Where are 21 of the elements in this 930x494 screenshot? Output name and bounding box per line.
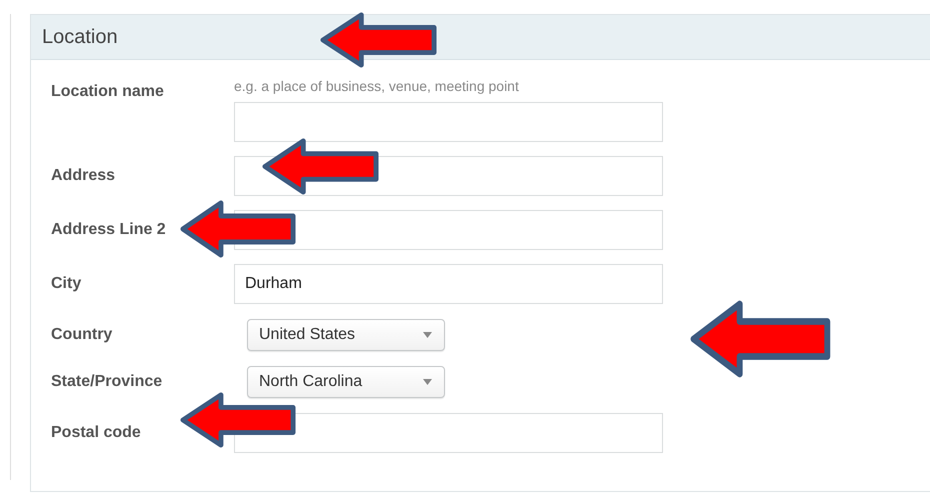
arrow-icon bbox=[262, 138, 380, 195]
arrow-icon bbox=[180, 200, 297, 258]
arrow-icon bbox=[180, 392, 297, 448]
field-label: Address bbox=[51, 167, 116, 185]
input-field[interactable] bbox=[234, 102, 663, 142]
arrow-icon bbox=[690, 300, 832, 378]
dropdown[interactable]: North Carolina bbox=[247, 366, 445, 398]
field-label: Country bbox=[51, 326, 114, 344]
hint-text: e.g. a place of business, venue, meeting point bbox=[234, 78, 520, 94]
section-title: Location bbox=[42, 26, 118, 48]
field-label: Postal code bbox=[51, 424, 142, 442]
dropdown[interactable]: United States bbox=[247, 319, 445, 351]
input-field[interactable] bbox=[234, 413, 663, 453]
field-label: Address Line 2 bbox=[51, 221, 167, 239]
field-label: State/Province bbox=[51, 373, 164, 391]
input-field[interactable]: Durham bbox=[234, 264, 663, 304]
field-label: City bbox=[51, 275, 82, 293]
field-label: Location name bbox=[51, 83, 165, 101]
arrow-icon bbox=[320, 12, 438, 68]
caret-icon bbox=[423, 379, 432, 385]
caret-icon bbox=[423, 332, 432, 338]
